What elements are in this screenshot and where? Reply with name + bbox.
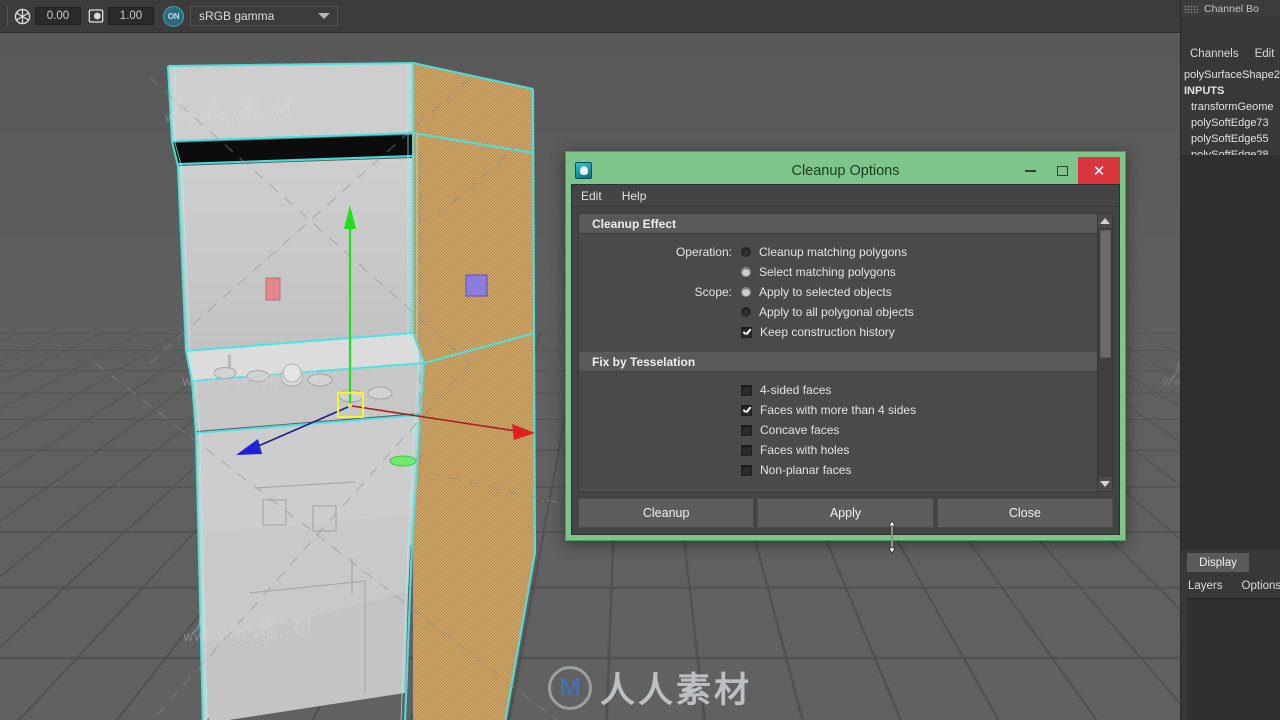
channel-box-tabrow: Channel Bo: [1181, 0, 1280, 17]
scroll-down-button[interactable]: [1097, 477, 1112, 491]
radio-apply-to-all-polygonal-objects[interactable]: [741, 307, 751, 317]
option-row[interactable]: Faces with more than 4 sides: [579, 401, 1097, 419]
chevron-down-icon: [318, 13, 330, 19]
maximize-icon: [1056, 165, 1068, 176]
close-button[interactable]: ✕: [1078, 157, 1120, 184]
checkbox-keep-construction-history[interactable]: [741, 326, 752, 338]
channel-box-empty-area: [1181, 155, 1280, 550]
exposure-value[interactable]: 0.00: [35, 7, 81, 25]
input-item[interactable]: polySoftEdge73: [1181, 115, 1280, 131]
close-action-button[interactable]: Close: [936, 498, 1113, 528]
tab-channel-box[interactable]: Channel Bo: [1204, 3, 1259, 15]
chevron-down-icon: [1100, 481, 1110, 487]
minimize-icon: [1024, 169, 1036, 172]
color-management-toggle[interactable]: ON: [163, 5, 184, 27]
section-body-cleanup-effect: Operation: Cleanup matching polygons Sel…: [579, 234, 1097, 352]
channel-box-list: polySurfaceShape2 INPUTS transformGeome …: [1181, 66, 1280, 163]
aperture-icon[interactable]: [13, 7, 32, 26]
options-scrollbar[interactable]: [1097, 214, 1112, 491]
maximize-button[interactable]: [1046, 157, 1078, 184]
scope-label: Scope:: [694, 285, 732, 299]
radio-cleanup-matching-polygons[interactable]: [741, 247, 751, 257]
menu-edit[interactable]: Edit: [581, 189, 602, 203]
scroll-up-button[interactable]: [1097, 214, 1112, 228]
color-profile-select[interactable]: sRGB gamma: [190, 6, 338, 26]
section-body-fix-by-tesselation: 4-sided faces Faces with more than 4 sid…: [579, 372, 1097, 490]
option-label: Keep construction history: [760, 325, 895, 339]
contrast-icon[interactable]: [86, 7, 105, 26]
option-label: Faces with holes: [760, 443, 850, 457]
menu-channels[interactable]: Channels: [1190, 48, 1239, 60]
option-row[interactable]: Apply to all polygonal objects: [579, 303, 1097, 321]
dialog-menubar: Edit Help: [572, 185, 1119, 207]
checkbox-4-sided-faces[interactable]: [741, 384, 752, 396]
option-row[interactable]: Select matching polygons: [579, 263, 1097, 281]
checkbox-faces-with-holes[interactable]: [741, 444, 752, 456]
option-row[interactable]: Concave faces: [579, 421, 1097, 439]
color-management-toolbar: 0.00 1.00 ON sRGB gamma: [0, 0, 1180, 33]
window-controls: ✕: [1014, 157, 1120, 184]
menu-layers[interactable]: Layers: [1188, 580, 1223, 592]
section-header-fix-by-tesselation[interactable]: Fix by Tesselation: [579, 352, 1097, 372]
scrollbar-track[interactable]: [1097, 228, 1112, 477]
channel-box-panel: Channel Bo Channels Edit polySurfaceShap…: [1180, 0, 1280, 720]
option-label: Apply to all polygonal objects: [759, 305, 914, 319]
dialog-scroll-panel: Cleanup Effect Operation: Cleanup matchi…: [578, 213, 1113, 492]
option-label: Cleanup matching polygons: [759, 245, 908, 259]
option-label: 4-sided faces: [760, 383, 832, 397]
shape-node-name[interactable]: polySurfaceShape2: [1181, 67, 1280, 83]
input-item[interactable]: polySoftEdge55: [1181, 131, 1280, 147]
channel-box-menubar: Channels Edit: [1181, 42, 1280, 66]
option-label: Apply to selected objects: [759, 285, 892, 299]
dialog-body: Edit Help Cleanup Effect Operation: Clea…: [571, 184, 1120, 535]
option-row[interactable]: 4-sided faces: [579, 381, 1097, 399]
section-header-remove-geometry[interactable]: Remove Geometry: [579, 490, 1097, 491]
apply-button[interactable]: Apply: [757, 498, 934, 528]
menu-help[interactable]: Help: [622, 189, 647, 203]
minimize-button[interactable]: [1014, 157, 1046, 184]
radio-apply-to-selected-objects[interactable]: [741, 287, 751, 297]
cleanup-button[interactable]: Cleanup: [578, 498, 755, 528]
checkbox-faces-with-more-than-4-sides[interactable]: [741, 404, 752, 416]
dialog-action-buttons: Cleanup Apply Close: [578, 498, 1113, 528]
maya-application-window: 人人素材 www.rr-sc.com 人人素材 www.rr-sc.com 人人…: [0, 0, 1280, 720]
chevron-up-icon: [1100, 218, 1110, 224]
section-header-cleanup-effect[interactable]: Cleanup Effect: [579, 214, 1097, 234]
layer-editor-menubar: Layers Options: [1181, 577, 1280, 594]
option-label: Faces with more than 4 sides: [760, 403, 917, 417]
scrollbar-thumb[interactable]: [1099, 230, 1111, 358]
option-row[interactable]: Operation: Cleanup matching polygons: [579, 243, 1097, 261]
dialog-titlebar[interactable]: Cleanup Options ✕: [571, 157, 1120, 184]
operation-label: Operation:: [675, 245, 732, 259]
option-label: Select matching polygons: [759, 265, 896, 279]
inputs-header: INPUTS: [1184, 85, 1225, 97]
toolbar-divider-1: [7, 6, 8, 26]
checkbox-non-planar-faces[interactable]: [741, 464, 752, 476]
tab-display[interactable]: Display: [1187, 553, 1249, 572]
option-row[interactable]: Faces with holes: [579, 441, 1097, 459]
input-item[interactable]: transformGeome: [1181, 99, 1280, 115]
drag-handle-icon[interactable]: [1184, 4, 1198, 13]
options-scroll-area: Cleanup Effect Operation: Cleanup matchi…: [579, 214, 1097, 491]
layer-list[interactable]: [1187, 598, 1280, 720]
option-row[interactable]: Non-planar faces: [579, 461, 1097, 479]
menu-edit[interactable]: Edit: [1255, 48, 1275, 60]
option-row[interactable]: Scope: Apply to selected objects: [579, 283, 1097, 301]
option-label: Concave faces: [760, 423, 840, 437]
option-row[interactable]: Keep construction history: [579, 323, 1097, 341]
cleanup-options-dialog: Cleanup Options ✕ Edit Help Cleanup Effe…: [565, 151, 1126, 541]
checkbox-concave-faces[interactable]: [741, 424, 752, 436]
menu-options[interactable]: Options: [1242, 580, 1280, 592]
radio-select-matching-polygons[interactable]: [741, 267, 751, 277]
gamma-value[interactable]: 1.00: [108, 7, 154, 25]
option-label: Non-planar faces: [760, 463, 852, 477]
maya-icon: [575, 162, 592, 179]
color-profile-label: sRGB gamma: [199, 9, 275, 23]
